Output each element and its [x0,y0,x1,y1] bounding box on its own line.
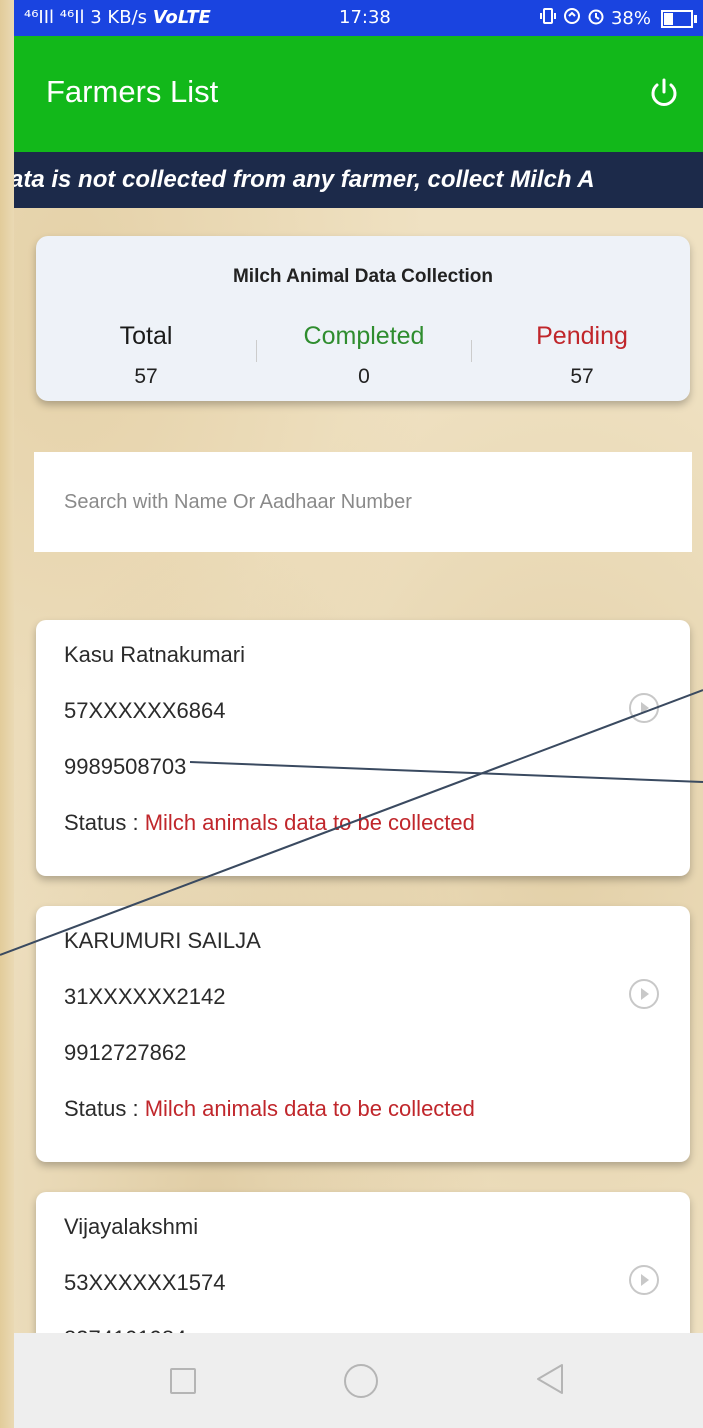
farmer-status: Status : Milch animals data to be collec… [64,810,475,836]
divider [471,340,472,362]
farmer-name: Vijayalakshmi [64,1214,199,1239]
status-right: 38% [539,7,697,30]
play-circle-icon[interactable] [628,692,660,724]
farmer-aadhaar: 57XXXXXX6864 [64,698,226,723]
sync-icon [563,7,581,30]
farmer-aadhaar: 31XXXXXX2142 [64,984,226,1009]
recents-icon[interactable] [170,1368,196,1394]
vibrate-icon [539,7,557,30]
network-speed: 3 KB/s [90,7,148,28]
system-nav-bar [14,1333,703,1428]
back-icon[interactable] [534,1362,566,1396]
summary-title: Milch Animal Data Collection [232,266,494,287]
page-title: Farmers List [46,74,219,109]
stat-completed-label: Completed [303,322,425,350]
stat-total: Total 57 [46,322,246,389]
stat-pending: Pending 57 [482,322,682,389]
farmer-name: Kasu Ratnakumari [64,642,245,667]
status-value: Milch animals data to be collected [144,1096,475,1121]
stat-completed-value: 0 [358,365,370,388]
status-value: Milch animals data to be collected [144,810,475,835]
stat-total-value: 57 [134,365,158,388]
status-left: ⁴⁶ΙΙl ⁴⁶Ιl 3 KB/s VoLTE [24,7,211,28]
farmer-card[interactable]: KARUMURI SAILJA 31XXXXXX2142 9912727862 … [36,906,690,1162]
stat-pending-value: 57 [570,365,594,388]
signal-icon: ⁴⁶ΙΙl ⁴⁶Ιl [24,7,85,28]
farmer-name: KARUMURI SAILJA [64,928,261,953]
stat-completed: Completed 0 [264,322,464,389]
stat-total-label: Total [119,322,173,350]
play-circle-icon[interactable] [628,978,660,1010]
status-label: Status : [64,1096,145,1121]
farmer-card[interactable]: Kasu Ratnakumari 57XXXXXX6864 9989508703… [36,620,690,876]
status-label: Status : [64,810,145,835]
clock: 17:38 [339,7,391,28]
app-bar: Farmers List [14,36,703,152]
battery-icon [661,9,697,28]
farmer-aadhaar: 53XXXXXX1574 [64,1270,226,1295]
marquee-notice: al Data is not collected from any farmer… [14,152,703,208]
summary-card: Milch Animal Data Collection Total 57 Co… [36,236,690,401]
volte-label: VoLTE [152,7,211,28]
battery-percent: 38% [610,8,651,29]
home-icon[interactable] [344,1364,378,1398]
marquee-text: al Data is not collected from any farmer… [14,166,595,193]
alarm-icon [587,7,605,30]
search-input[interactable] [34,452,692,552]
farmer-phone: 9912727862 [64,1040,187,1065]
left-edge [0,0,14,1428]
play-circle-icon[interactable] [628,1264,660,1296]
status-bar: ⁴⁶ΙΙl ⁴⁶Ιl 3 KB/s VoLTE 17:38 38% [14,0,703,36]
divider [256,340,257,362]
farmer-phone: 9989508703 [64,754,187,779]
stat-pending-label: Pending [536,322,628,350]
power-icon[interactable] [647,76,681,110]
farmer-status: Status : Milch animals data to be collec… [64,1096,475,1122]
phone-screen: ⁴⁶ΙΙl ⁴⁶Ιl 3 KB/s VoLTE 17:38 38% Farmer… [14,0,703,1428]
